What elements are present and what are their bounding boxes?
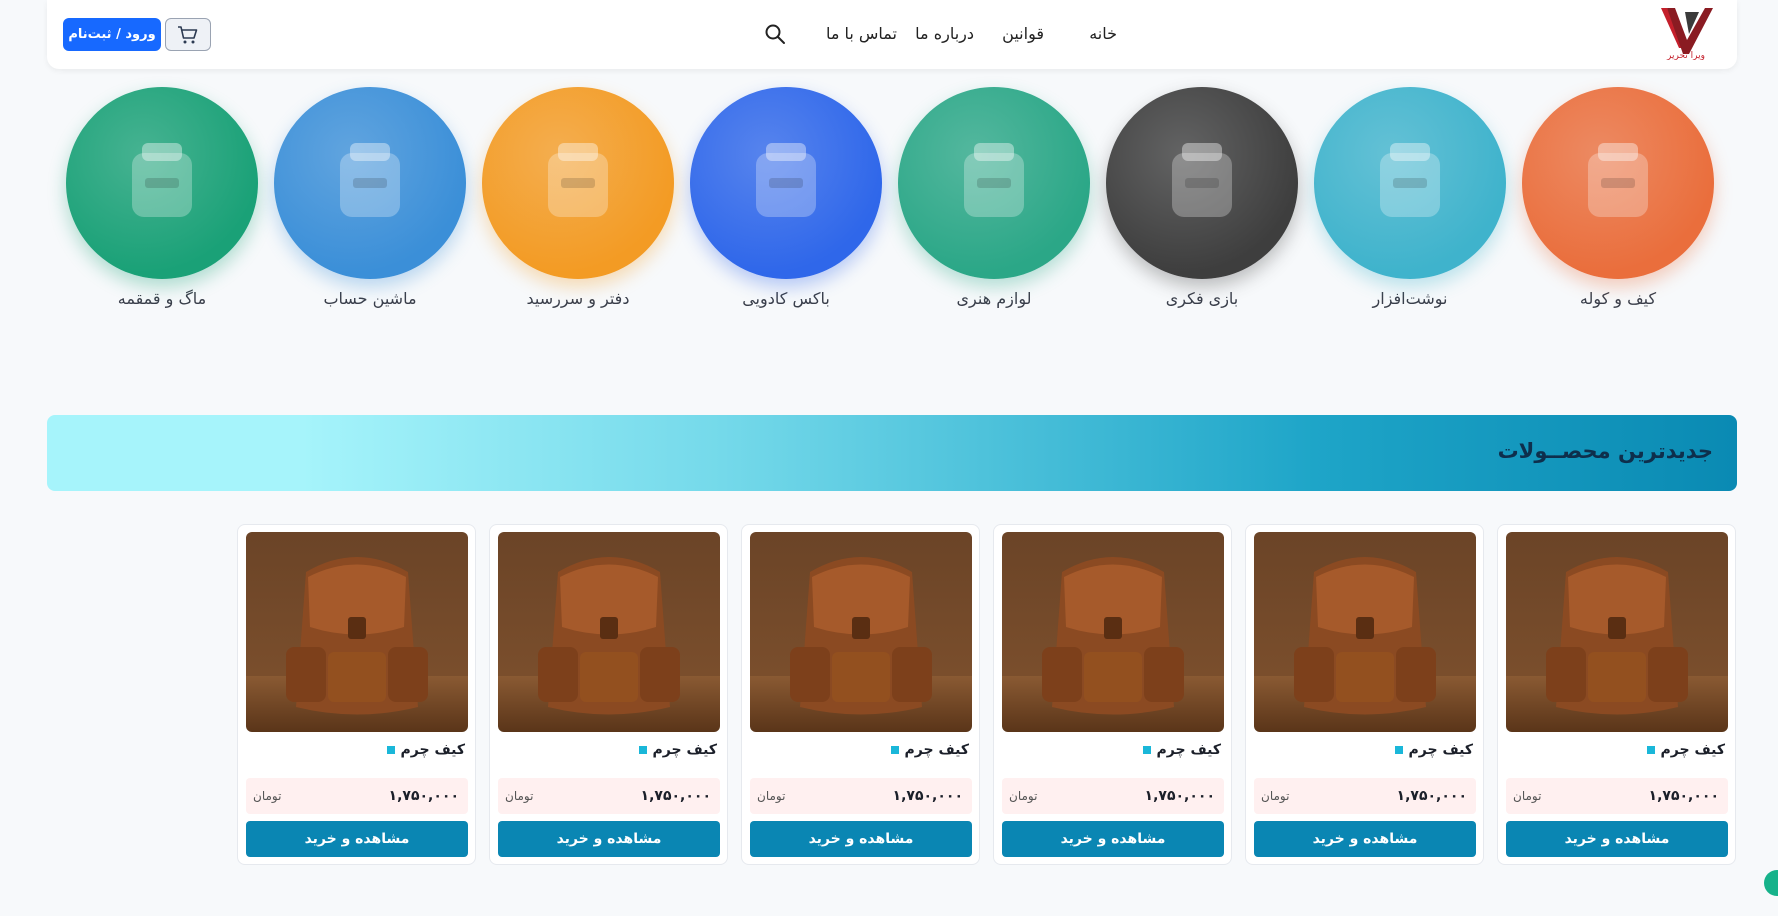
- product-title[interactable]: کیف چرم: [1142, 742, 1221, 758]
- category-item[interactable]: ماگ و قمقمه: [66, 87, 258, 308]
- category-item[interactable]: لوازم هنری: [898, 87, 1090, 308]
- site-header: ویرا تحریر خانه قوانین درباره ما تماس با…: [47, 0, 1737, 69]
- product-currency: تومان: [505, 789, 534, 803]
- product-image[interactable]: [1506, 532, 1728, 732]
- art-supplies-icon: [898, 87, 1090, 279]
- view-and-buy-button[interactable]: مشاهده و خرید: [1254, 821, 1476, 857]
- login-register-button[interactable]: ورود / ثبت‌نام: [63, 18, 161, 51]
- product-card[interactable]: کیف چرم ۱,۷۵۰,۰۰۰ تومان مشاهده و خرید: [1245, 524, 1484, 865]
- view-and-buy-button[interactable]: مشاهده و خرید: [498, 821, 720, 857]
- notebook-icon: [482, 87, 674, 279]
- product-image[interactable]: [498, 532, 720, 732]
- bullet-icon: [1142, 746, 1151, 754]
- category-item[interactable]: کیف و کوله: [1522, 87, 1714, 308]
- nav-contact[interactable]: تماس با ما: [826, 24, 897, 43]
- view-and-buy-button[interactable]: مشاهده و خرید: [1506, 821, 1728, 857]
- product-card[interactable]: کیف چرم ۱,۷۵۰,۰۰۰ تومان مشاهده و خرید: [1497, 524, 1736, 865]
- product-card[interactable]: کیف چرم ۱,۷۵۰,۰۰۰ تومان مشاهده و خرید: [741, 524, 980, 865]
- calculator-icon: [274, 87, 466, 279]
- product-price: ۱,۷۵۰,۰۰۰: [892, 788, 963, 804]
- product-title[interactable]: کیف چرم: [386, 742, 465, 758]
- nav-rules[interactable]: قوانین: [1002, 24, 1044, 43]
- product-card[interactable]: کیف چرم ۱,۷۵۰,۰۰۰ تومان مشاهده و خرید: [489, 524, 728, 865]
- price-box: ۱,۷۵۰,۰۰۰ تومان: [498, 778, 720, 814]
- product-title-text: کیف چرم: [1408, 742, 1473, 758]
- search-icon[interactable]: [764, 23, 786, 45]
- bullet-icon: [890, 746, 899, 754]
- product-price: ۱,۷۵۰,۰۰۰: [640, 788, 711, 804]
- product-price: ۱,۷۵۰,۰۰۰: [1396, 788, 1467, 804]
- category-item[interactable]: باکس کادویی: [690, 87, 882, 308]
- product-image[interactable]: [246, 532, 468, 732]
- logo-text: ویرا تحریر: [1666, 51, 1705, 60]
- category-item[interactable]: دفتر و سررسید: [482, 87, 674, 308]
- bullet-icon: [638, 746, 647, 754]
- product-currency: تومان: [1009, 789, 1038, 803]
- product-title-text: کیف چرم: [904, 742, 969, 758]
- product-title[interactable]: کیف چرم: [890, 742, 969, 758]
- chat-widget-icon[interactable]: [1764, 870, 1778, 896]
- category-label: ماگ و قمقمه: [117, 289, 207, 308]
- category-label: دفتر و سررسید: [526, 289, 630, 308]
- view-and-buy-button[interactable]: مشاهده و خرید: [750, 821, 972, 857]
- price-box: ۱,۷۵۰,۰۰۰ تومان: [750, 778, 972, 814]
- product-card[interactable]: کیف چرم ۱,۷۵۰,۰۰۰ تومان مشاهده و خرید: [237, 524, 476, 865]
- category-label: بازی فکری: [1165, 289, 1239, 308]
- product-image[interactable]: [1002, 532, 1224, 732]
- stationery-icon: [1314, 87, 1506, 279]
- bullet-icon: [386, 746, 395, 754]
- price-box: ۱,۷۵۰,۰۰۰ تومان: [1002, 778, 1224, 814]
- category-item[interactable]: ماشین حساب: [274, 87, 466, 308]
- product-title-text: کیف چرم: [652, 742, 717, 758]
- category-label: کیف و کوله: [1579, 289, 1657, 308]
- section-banner: جدیدترین محصــولات: [47, 415, 1737, 491]
- product-title-text: کیف چرم: [400, 742, 465, 758]
- cart-button[interactable]: [165, 18, 211, 51]
- price-box: ۱,۷۵۰,۰۰۰ تومان: [1254, 778, 1476, 814]
- view-and-buy-button[interactable]: مشاهده و خرید: [246, 821, 468, 857]
- gift-box-icon: [690, 87, 882, 279]
- category-label: باکس کادویی: [742, 289, 830, 308]
- product-title-text: کیف چرم: [1660, 742, 1725, 758]
- product-price: ۱,۷۵۰,۰۰۰: [1144, 788, 1215, 804]
- product-image[interactable]: [1254, 532, 1476, 732]
- product-title[interactable]: کیف چرم: [1394, 742, 1473, 758]
- product-image[interactable]: [750, 532, 972, 732]
- product-title[interactable]: کیف چرم: [638, 742, 717, 758]
- product-price: ۱,۷۵۰,۰۰۰: [388, 788, 459, 804]
- category-label: نوشت‌افزار: [1372, 289, 1448, 308]
- cart-icon: [178, 25, 198, 43]
- product-currency: تومان: [1261, 789, 1290, 803]
- product-currency: تومان: [757, 789, 786, 803]
- product-currency: تومان: [1513, 789, 1542, 803]
- section-title: جدیدترین محصــولات: [1497, 439, 1713, 463]
- backpack-icon: [1522, 87, 1714, 279]
- bottle-icon: [66, 87, 258, 279]
- category-label: ماشین حساب: [323, 289, 417, 308]
- price-box: ۱,۷۵۰,۰۰۰ تومان: [246, 778, 468, 814]
- price-box: ۱,۷۵۰,۰۰۰ تومان: [1506, 778, 1728, 814]
- chess-icon: [1106, 87, 1298, 279]
- bullet-icon: [1394, 746, 1403, 754]
- category-item[interactable]: بازی فکری: [1106, 87, 1298, 308]
- product-card[interactable]: کیف چرم ۱,۷۵۰,۰۰۰ تومان مشاهده و خرید: [993, 524, 1232, 865]
- bullet-icon: [1646, 746, 1655, 754]
- logo-icon: ویرا تحریر: [1661, 8, 1713, 61]
- site-logo[interactable]: ویرا تحریر: [1655, 4, 1717, 61]
- category-item[interactable]: نوشت‌افزار: [1314, 87, 1506, 308]
- nav-about[interactable]: درباره ما: [915, 24, 974, 43]
- view-and-buy-button[interactable]: مشاهده و خرید: [1002, 821, 1224, 857]
- category-label: لوازم هنری: [956, 289, 1032, 308]
- nav-home[interactable]: خانه: [1089, 24, 1117, 43]
- product-currency: تومان: [253, 789, 282, 803]
- product-price: ۱,۷۵۰,۰۰۰: [1648, 788, 1719, 804]
- product-title-text: کیف چرم: [1156, 742, 1221, 758]
- product-title[interactable]: کیف چرم: [1646, 742, 1725, 758]
